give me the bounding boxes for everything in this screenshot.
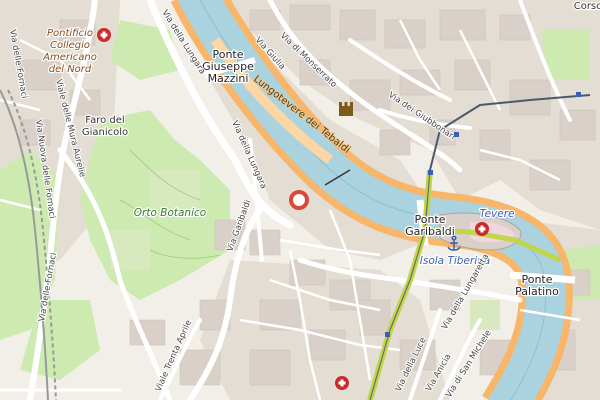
label-orto-botanico: Orto Botanico bbox=[134, 207, 206, 219]
location-pin[interactable] bbox=[289, 190, 309, 210]
hospital-icon-top[interactable] bbox=[97, 28, 111, 42]
label-corso: Corso bbox=[574, 1, 600, 12]
label-ponte-garibaldi-2: Garibaldi bbox=[405, 225, 455, 238]
hospital-icon-bottom[interactable] bbox=[335, 376, 349, 390]
label-ponte-mazzini-3: Mazzini bbox=[208, 72, 249, 85]
label-ponte-palatino-2: Palatino bbox=[515, 285, 559, 298]
label-tevere: Tevere bbox=[479, 208, 514, 220]
label-pontificio-4: del Nord bbox=[49, 64, 92, 75]
label-faro-1: Faro del bbox=[85, 115, 124, 126]
label-pontificio-3: Americano bbox=[42, 52, 97, 63]
map-canvas[interactable]: Pontificio Collegio Americano del Nord P… bbox=[0, 0, 600, 400]
label-pontificio-2: Collegio bbox=[50, 40, 90, 51]
hospital-icon-island[interactable] bbox=[475, 222, 489, 236]
label-pontificio-1: Pontificio bbox=[47, 28, 93, 39]
map-layer: Pontificio Collegio Americano del Nord P… bbox=[0, 0, 600, 400]
castle-icon[interactable] bbox=[339, 102, 353, 116]
label-faro-2: Gianicolo bbox=[82, 127, 128, 138]
